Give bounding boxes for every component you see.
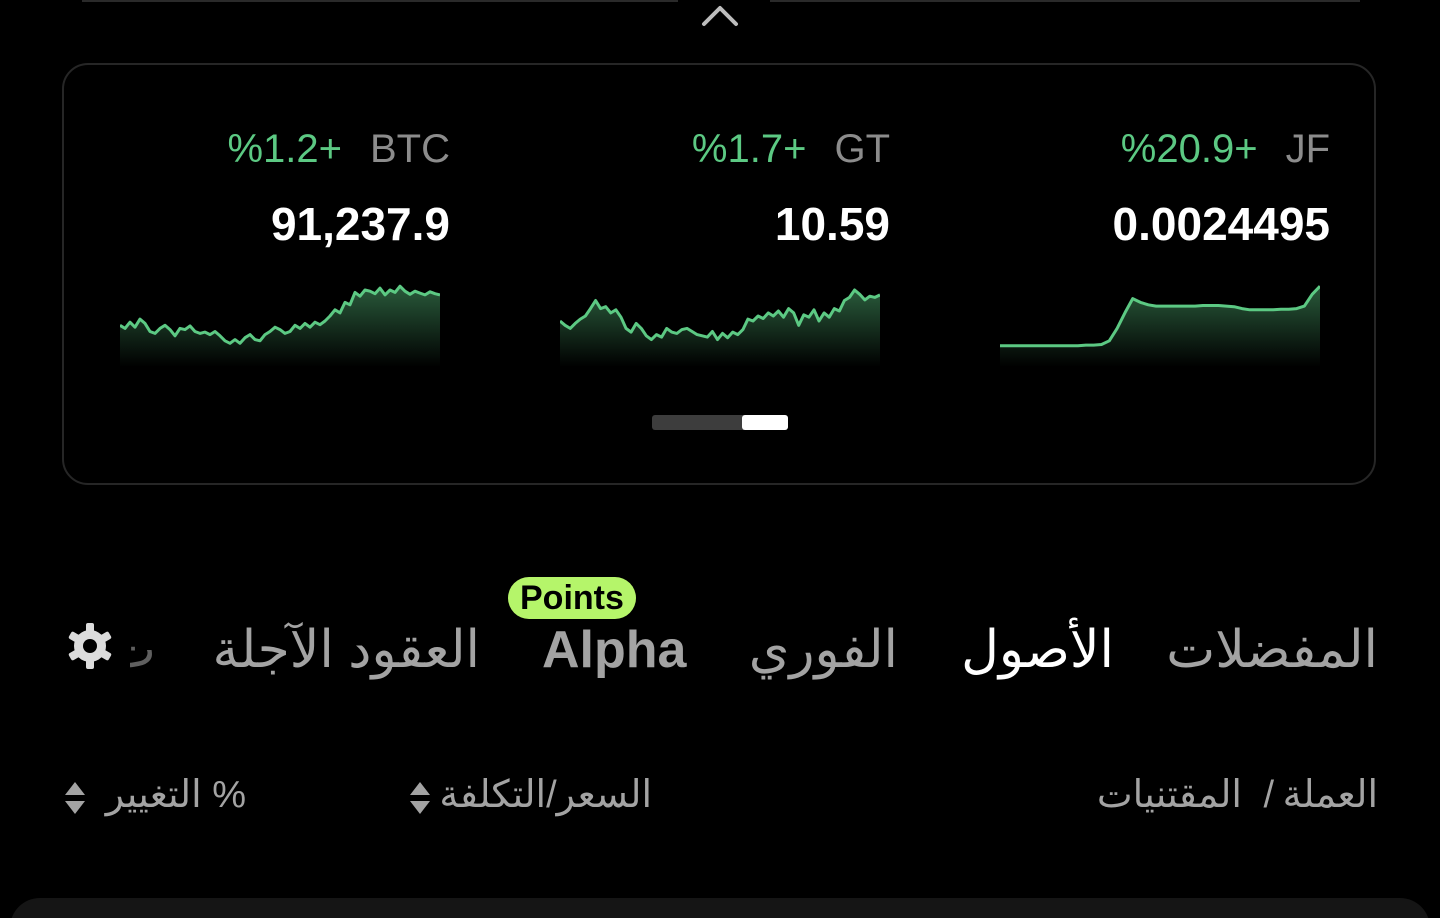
tab-favorites[interactable]: المفضلات [1166,610,1378,690]
sparkline-chart [560,288,880,367]
ticker-header: BTC %1.2+ [227,127,450,173]
ticker-price: 10.59 [774,198,890,250]
markets-screen: BTC %1.2+ 91,237.9 GT %1.7+ 10.59 JF %20… [0,0,1440,918]
sparkline-chart [1000,285,1320,367]
carousel-pager[interactable] [652,415,788,430]
market-tabs: المفضلات الأصول الفوري Alpha Points العق… [0,560,1440,710]
asset-list-card [10,898,1430,918]
top-divider-right [770,0,1360,2]
tab-alpha[interactable]: Alpha [542,610,686,690]
column-coin: العملة [1282,774,1378,816]
tab-partial[interactable]: ت [130,610,156,690]
chevron-up-icon[interactable] [700,2,740,28]
tab-partial-label: ت [130,621,156,679]
sort-icon [65,782,85,814]
column-change: التغيير % [105,774,246,816]
carousel-pager-active [742,415,788,430]
tab-futures[interactable]: العقود الآجلة [213,610,481,690]
ticker-price: 91,237.9 [270,198,450,250]
sparkline-area [560,290,880,367]
ticker-card-btc[interactable]: BTC %1.2+ 91,237.9 [120,127,450,367]
ticker-header: GT %1.7+ [692,127,890,173]
ticker-price: 0.0024495 [1112,198,1330,250]
sparkline-chart [120,284,440,367]
ticker-change: %1.7+ [691,127,807,171]
tab-assets[interactable]: الأصول [961,610,1114,690]
column-price-cost: السعر/التكلفة [439,774,652,816]
column-separator: / [1263,774,1274,816]
tab-spot[interactable]: الفوري [749,610,898,690]
ticker-carousel[interactable]: BTC %1.2+ 91,237.9 GT %1.7+ 10.59 JF %20… [62,63,1376,485]
ticker-change: %20.9+ [1120,127,1258,171]
gear-icon[interactable] [66,622,114,670]
ticker-header: JF %20.9+ [1121,127,1330,173]
ticker-card-jf[interactable]: JF %20.9+ 0.0024495 [1000,127,1330,367]
column-holdings: المقتنيات [1096,774,1242,816]
ticker-symbol: GT [834,127,890,171]
points-badge: Points [508,577,636,619]
sparkline-area [1000,286,1320,367]
ticker-symbol: JF [1285,127,1330,171]
ticker-card-gt[interactable]: GT %1.7+ 10.59 [560,127,890,367]
ticker-change: %1.2+ [227,127,342,171]
ticker-symbol: BTC [370,127,450,171]
top-divider-left [82,0,678,2]
sort-icon [410,782,430,814]
